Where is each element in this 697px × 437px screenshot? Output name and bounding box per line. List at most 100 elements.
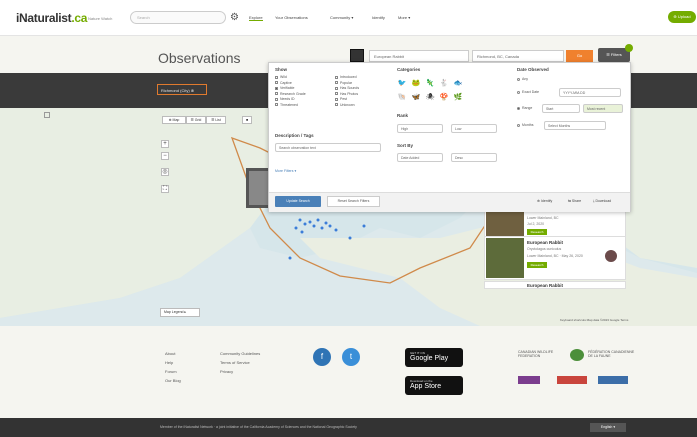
date-months-radio[interactable]: Months [517, 123, 533, 127]
rank-high-select[interactable]: High [397, 124, 443, 133]
checkbox-needs-id[interactable]: Needs ID [275, 97, 306, 101]
nav-community[interactable]: Community ▾ [330, 15, 353, 20]
bird-icon[interactable]: 🐦 [397, 79, 407, 89]
footer-links-col1: About Help Forum Our Blog [165, 351, 181, 383]
fungi-icon[interactable]: 🍄 [439, 93, 449, 103]
observation-card[interactable]: European Rabbit Oryctolagus cuniculus Lo… [484, 236, 626, 280]
description-input[interactable]: Search observation text [275, 143, 381, 152]
range-start-input[interactable]: Start [542, 104, 580, 113]
go-button[interactable]: Go [566, 50, 593, 62]
footer-link-forum[interactable]: Forum [165, 369, 181, 374]
footer-link-about[interactable]: About [165, 351, 181, 356]
sort-by-select[interactable]: Date Added [397, 153, 443, 162]
partner-logo-2[interactable] [557, 376, 587, 384]
nav-your-observations[interactable]: Your Observations [275, 15, 308, 20]
checkbox-pest[interactable]: Pest [335, 97, 359, 101]
checkbox-popular[interactable]: Popular [335, 81, 359, 85]
google-play-badge[interactable]: GET IT ON Google Play [405, 348, 463, 367]
insect-icon[interactable]: 🦋 [411, 93, 421, 103]
observation-card[interactable]: European Rabbit [484, 281, 626, 289]
footer-link-guidelines[interactable]: Community Guidelines [220, 351, 265, 356]
show-section-title: Show [275, 67, 287, 72]
nav-explore[interactable]: Explore [249, 15, 263, 21]
download-link[interactable]: ⤓ Download [593, 199, 611, 203]
cwf-logo-icon [570, 349, 584, 361]
checkbox-threatened[interactable]: Threatened [275, 103, 306, 107]
map-legend-button[interactable]: Map Legend ▸ [160, 308, 200, 317]
avatar[interactable] [605, 250, 617, 262]
reset-filters-button[interactable]: Reset Search Filters [327, 196, 380, 207]
zoom-in-button[interactable]: + [161, 140, 169, 148]
reptile-icon[interactable]: 🦎 [425, 79, 435, 89]
site-search-input[interactable]: Search [130, 11, 226, 24]
twitter-icon[interactable]: t [342, 348, 360, 366]
more-filters-link[interactable]: More Filters ▾ [275, 169, 296, 173]
logo-subtitle: Nature Watch [88, 16, 113, 21]
tab-grid[interactable]: ☰ Grid [186, 116, 206, 124]
rank-low-select[interactable]: Low [451, 124, 497, 133]
app-store-badge[interactable]: Download on the App Store [405, 376, 463, 395]
place-chip[interactable]: Richmond (City) ⊗ [157, 84, 207, 95]
checkbox-has-photos[interactable]: Has Photos [335, 92, 359, 96]
months-select[interactable]: Select Months [544, 121, 606, 130]
quality-badge: Research Grade [527, 229, 547, 240]
card-date: Jul 2, 2020 [527, 222, 545, 226]
update-search-button[interactable]: Update Search [275, 196, 321, 207]
locate-icon[interactable]: ◎ [161, 168, 169, 176]
location-input[interactable]: Richmond, BC, Canada [472, 50, 564, 62]
language-select[interactable]: English ▾ [590, 423, 626, 432]
checkbox-introduced[interactable]: Introduced [335, 75, 359, 79]
checkbox-verifiable[interactable]: Verifiable [275, 86, 306, 90]
footer [0, 326, 697, 418]
share-link[interactable]: ⇆ Share [568, 199, 581, 203]
footer-link-terms[interactable]: Terms of Service [220, 360, 265, 365]
zoom-out-button[interactable]: − [161, 152, 169, 160]
card-title[interactable]: European Rabbit [527, 283, 563, 288]
arachnid-icon[interactable]: 🕷 [425, 93, 435, 103]
footer-link-privacy[interactable]: Privacy [220, 369, 265, 374]
card-title[interactable]: European Rabbit [527, 240, 563, 245]
exact-date-input[interactable]: YYYY-MM-DD [559, 88, 621, 97]
partner-logo-3[interactable] [598, 376, 628, 384]
site-logo[interactable]: iNaturalist.ca [16, 11, 87, 25]
date-exact-radio[interactable]: Exact Date [517, 90, 539, 94]
gear-icon[interactable]: ⚙ [230, 11, 239, 24]
amphibian-icon[interactable]: 🐸 [411, 79, 421, 89]
checkbox-unknown[interactable]: Unknown [335, 103, 359, 107]
tab-list[interactable]: ☰ List [206, 116, 226, 124]
card-place-date: Lower Mainland, BC · May 26, 2020 [527, 254, 583, 258]
tab-map[interactable]: ⊕ Map [162, 116, 186, 124]
filter-panel: Show Wild Captive Verifiable Research Gr… [268, 62, 631, 212]
show-col-1: Wild Captive Verifiable Research Grade N… [275, 75, 306, 107]
identify-link[interactable]: ⊕ Identify [537, 199, 552, 203]
fcf-logo-text[interactable]: FÉDÉRATION CANADIENNE DE LA FAUNE [588, 350, 636, 358]
footer-link-blog[interactable]: Our Blog [165, 378, 181, 383]
fullscreen-icon[interactable]: ⛶ [161, 185, 169, 193]
range-end-input[interactable]: Most recent [583, 104, 623, 113]
fish-icon[interactable]: 🐟 [453, 79, 463, 89]
species-photo-icon [350, 49, 364, 62]
map-checkbox[interactable] [44, 112, 50, 118]
mammal-icon[interactable]: 🐇 [439, 79, 449, 89]
footer-link-help[interactable]: Help [165, 360, 181, 365]
checkbox-has-sounds[interactable]: Has Sounds [335, 86, 359, 90]
mollusk-icon[interactable]: 🐚 [397, 93, 407, 103]
date-range-radio[interactable]: Range [517, 106, 532, 110]
quality-badge: Research Grade [527, 262, 547, 273]
facebook-icon[interactable]: f [313, 348, 331, 366]
nav-more[interactable]: More ▾ [398, 15, 410, 20]
species-input[interactable]: European Rabbit [369, 50, 469, 62]
checkbox-research-grade[interactable]: Research Grade [275, 92, 306, 96]
date-any-radio[interactable]: Any [517, 77, 528, 81]
checkbox-captive[interactable]: Captive [275, 81, 306, 85]
plant-icon[interactable]: 🌿 [453, 93, 463, 103]
cwf-logo-text[interactable]: CANADIAN WILDLIFE FEDERATION [518, 350, 566, 358]
checkbox-wild[interactable]: Wild [275, 75, 306, 79]
sort-order-select[interactable]: Desc [451, 153, 497, 162]
rank-section-title: Rank [397, 113, 409, 118]
partner-logo-1[interactable] [518, 376, 540, 384]
card-scientific-name: Oryctolagus cuniculus [527, 247, 562, 251]
nav-identify[interactable]: Identify [372, 15, 385, 20]
tab-extra-1[interactable]: ■ [242, 116, 252, 124]
upload-button[interactable]: ⊕ Upload [668, 11, 696, 23]
